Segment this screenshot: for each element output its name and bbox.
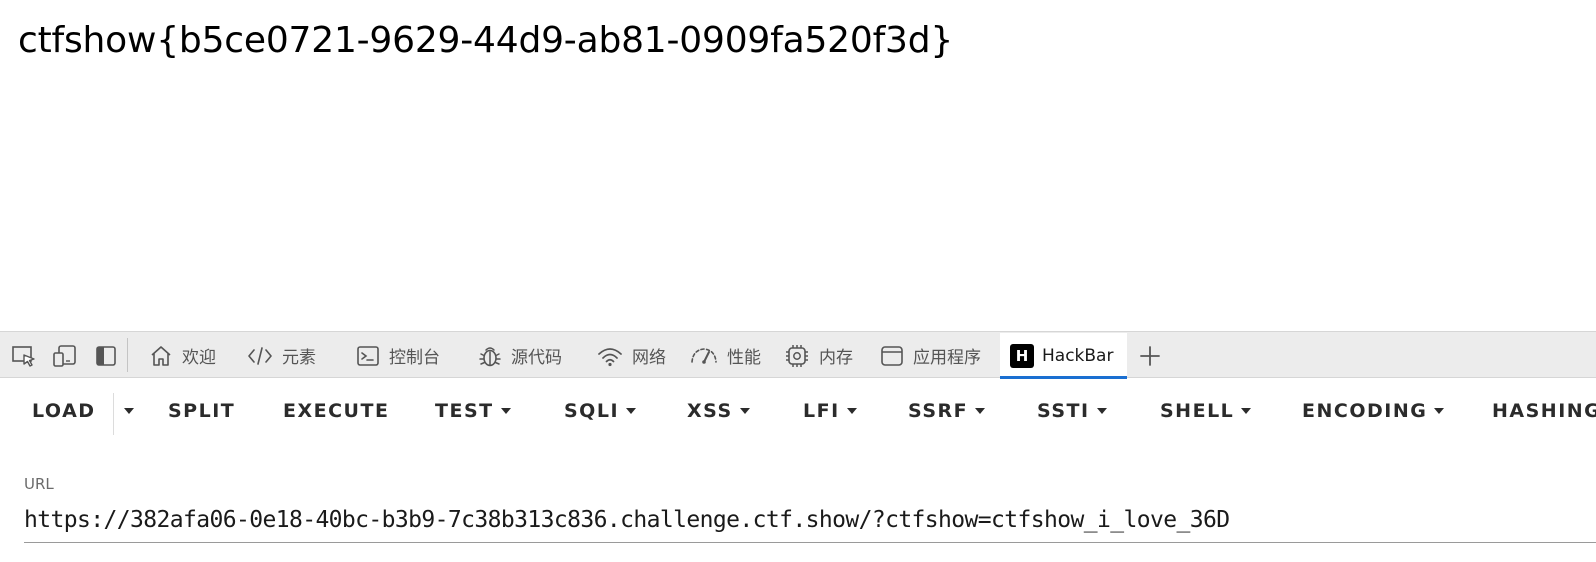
xss-menu-button[interactable]: XSS <box>687 379 750 443</box>
shell-menu-button[interactable]: SHELL <box>1160 379 1252 443</box>
tab-label: 元素 <box>282 348 316 368</box>
sqli-menu-button[interactable]: SQLI <box>564 379 637 443</box>
tab-application[interactable]: 应用程序 <box>873 332 987 379</box>
wifi-icon <box>598 347 622 366</box>
shell-label: SHELL <box>1160 400 1235 422</box>
tab-network[interactable]: 网络 <box>590 332 672 379</box>
test-menu-button[interactable]: TEST <box>435 379 511 443</box>
tab-welcome[interactable]: 欢迎 <box>142 332 222 379</box>
url-input[interactable]: https://382afa06-0e18-40bc-b3b9-7c38b313… <box>24 507 1230 533</box>
sqli-label: SQLI <box>564 400 620 422</box>
hackbar-logo-icon: H <box>1010 344 1034 368</box>
split-label: SPLIT <box>168 400 236 422</box>
chevron-down-icon <box>739 408 750 414</box>
inspect-element-icon <box>12 345 35 367</box>
bug-icon <box>479 346 501 366</box>
devtools-tab-bar: 欢迎 元素 控制台 源代码 网络 性能 内存 应用程序 H HackBar <box>0 331 1596 379</box>
inspect-element-button[interactable] <box>4 332 44 379</box>
chevron-down-icon <box>1096 408 1107 414</box>
sidebar-toggle-button[interactable] <box>86 332 126 379</box>
sidebar-toggle-icon <box>96 345 116 366</box>
flag-text: ctfshow{b5ce0721-9629-44d9-ab81-0909fa52… <box>18 20 954 61</box>
lfi-label: LFI <box>803 400 840 422</box>
tab-sources[interactable]: 源代码 <box>471 332 568 379</box>
chevron-down-icon <box>1434 408 1445 414</box>
tab-elements[interactable]: 元素 <box>240 332 322 379</box>
tab-performance[interactable]: 性能 <box>683 332 767 379</box>
devtools-panel: 欢迎 元素 控制台 源代码 网络 性能 内存 应用程序 H HackBar LO… <box>0 331 1596 562</box>
chevron-down-icon <box>846 408 857 414</box>
execute-label: EXECUTE <box>283 400 390 422</box>
tab-memory[interactable]: 内存 <box>777 332 859 379</box>
tab-label: 性能 <box>727 348 761 368</box>
split-button[interactable]: SPLIT <box>168 379 235 443</box>
encoding-label: ENCODING <box>1302 400 1428 422</box>
execute-button[interactable]: EXECUTE <box>283 379 389 443</box>
test-label: TEST <box>435 400 494 422</box>
page-content: ctfshow{b5ce0721-9629-44d9-ab81-0909fa52… <box>0 0 1596 331</box>
tab-label: 网络 <box>632 348 666 368</box>
home-icon <box>151 345 171 366</box>
tab-console[interactable]: 控制台 <box>349 332 446 379</box>
hackbar-toolbar: LOAD SPLIT EXECUTE TEST SQLI XSS LFI SSR… <box>0 379 1596 443</box>
chevron-down-icon <box>500 408 511 414</box>
toolbar-separator <box>127 338 128 372</box>
ssti-menu-button[interactable]: SSTI <box>1037 379 1107 443</box>
device-emulation-button[interactable] <box>45 332 85 379</box>
encoding-menu-button[interactable]: ENCODING <box>1302 379 1445 443</box>
chevron-down-icon <box>1241 408 1252 414</box>
xss-label: XSS <box>687 400 733 422</box>
ssrf-menu-button[interactable]: SSRF <box>908 379 986 443</box>
chevron-down-icon <box>975 408 986 414</box>
chevron-down-icon <box>124 408 134 414</box>
lfi-menu-button[interactable]: LFI <box>803 379 857 443</box>
hashing-label: HASHING <box>1492 400 1596 422</box>
console-icon <box>357 345 379 366</box>
gauge-icon <box>691 347 717 364</box>
tab-label: HackBar <box>1042 346 1114 366</box>
load-separator <box>113 393 114 435</box>
url-input-underline <box>24 542 1596 543</box>
tab-hackbar[interactable]: H HackBar <box>1000 333 1127 379</box>
tab-label: 欢迎 <box>182 348 216 368</box>
load-label: LOAD <box>32 400 96 422</box>
load-button[interactable]: LOAD <box>32 379 96 443</box>
tab-label: 源代码 <box>511 348 562 368</box>
hashing-menu-button[interactable]: HASHING <box>1492 379 1596 443</box>
load-dropdown-button[interactable] <box>124 379 134 443</box>
chip-icon <box>786 344 808 367</box>
tab-label: 应用程序 <box>913 348 981 368</box>
add-tab-button[interactable] <box>1136 332 1164 379</box>
plus-icon <box>1140 345 1160 366</box>
ssrf-label: SSRF <box>908 400 969 422</box>
window-icon <box>881 345 903 366</box>
tab-label: 内存 <box>819 348 853 368</box>
code-icon <box>248 346 272 365</box>
device-emulation-icon <box>53 344 76 367</box>
chevron-down-icon <box>626 408 637 414</box>
ssti-label: SSTI <box>1037 400 1090 422</box>
url-label: URL <box>24 475 54 493</box>
tab-label: 控制台 <box>389 348 440 368</box>
